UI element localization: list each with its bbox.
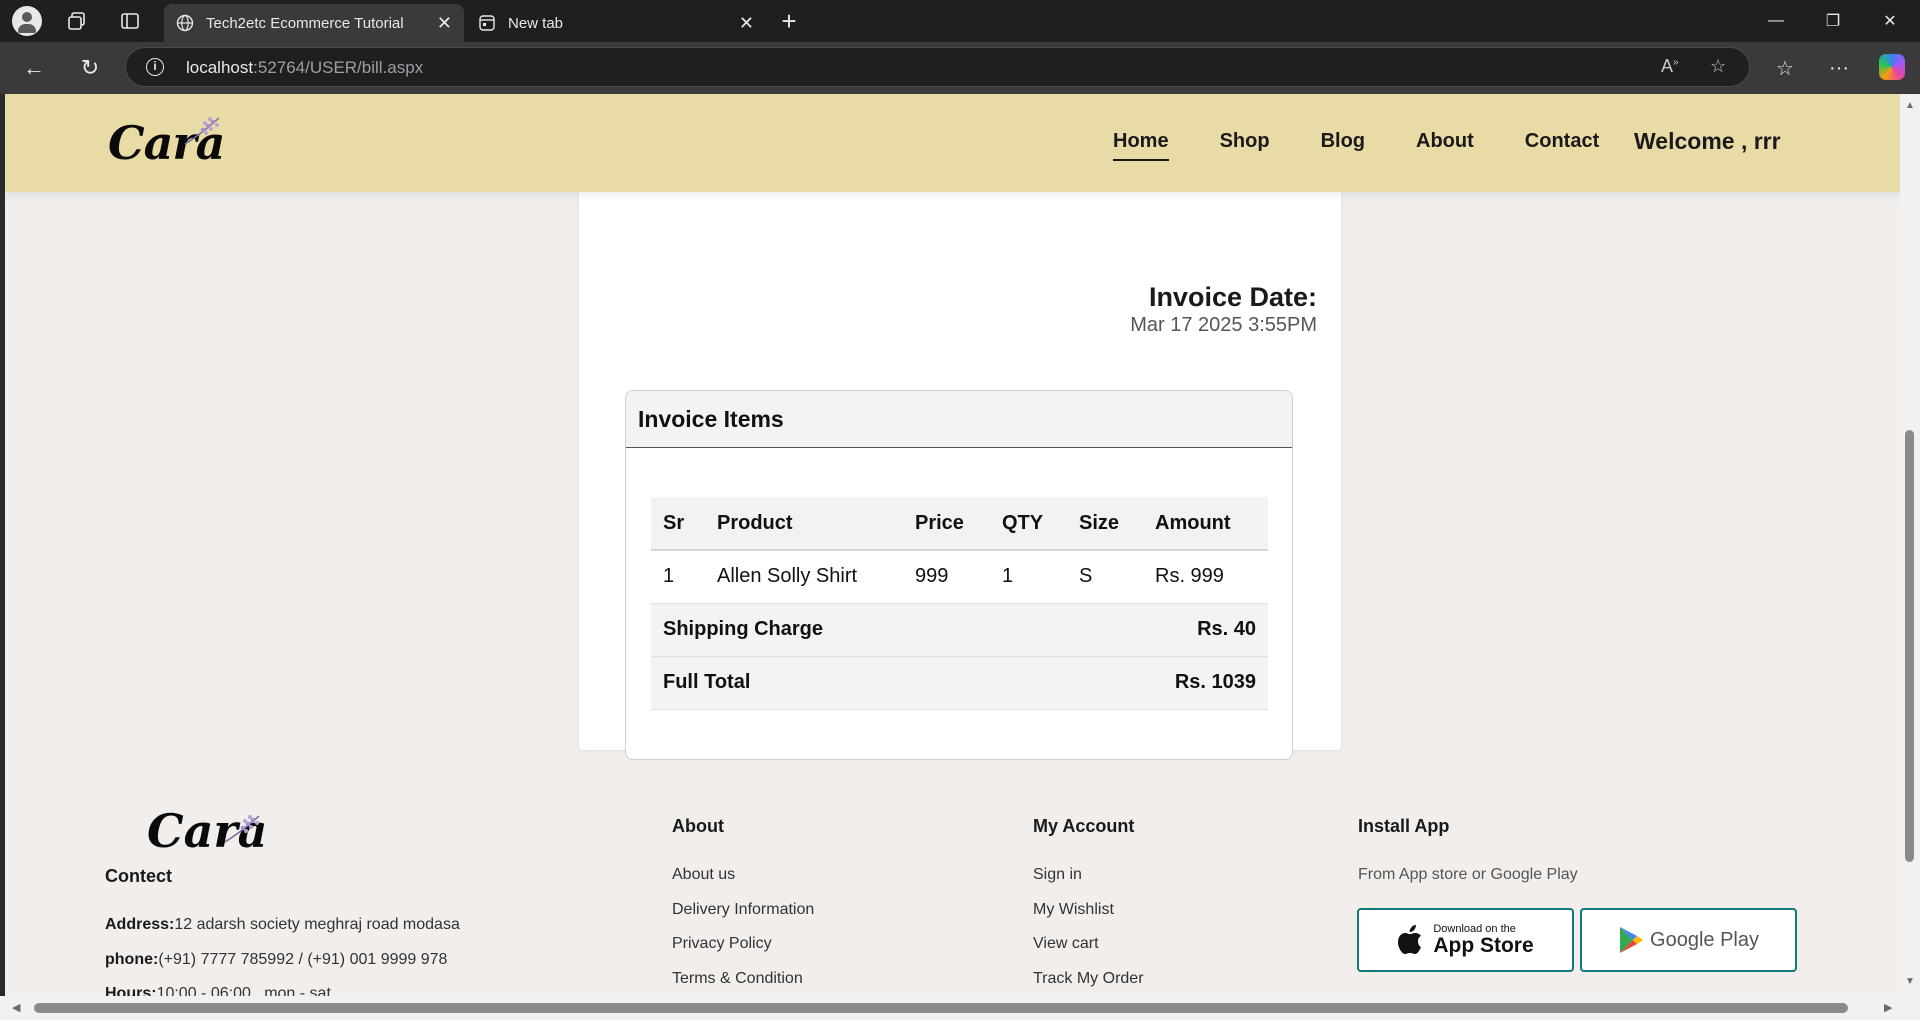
cell-sr: 1 bbox=[651, 550, 705, 604]
copilot-icon[interactable] bbox=[1879, 54, 1905, 80]
scroll-right-arrow-icon[interactable]: ▶ bbox=[1884, 1001, 1892, 1014]
back-arrow-icon[interactable]: ← bbox=[20, 54, 48, 82]
cell-qty: 1 bbox=[990, 550, 1067, 604]
footer-link-view-cart[interactable]: View cart bbox=[1033, 935, 1099, 953]
footer-about-heading: About bbox=[672, 816, 724, 836]
nav-shop[interactable]: Shop bbox=[1220, 130, 1270, 153]
col-header-price: Price bbox=[903, 497, 990, 551]
invoice-items-title: Invoice Items bbox=[626, 391, 1292, 448]
site-header: Cara Home Shop Blog About Contact Welcom… bbox=[5, 94, 1900, 192]
vertical-scroll-thumb[interactable] bbox=[1905, 430, 1914, 862]
browser-tab-bar: Tech2etc Ecommerce Tutorial ✕ New tab ✕ … bbox=[0, 0, 1920, 42]
favorites-list-icon[interactable]: ☆ bbox=[1771, 54, 1799, 82]
new-tab-plus-icon[interactable]: + bbox=[776, 6, 802, 36]
footer-address: Address:12 adarsh society meghraj road m… bbox=[105, 916, 460, 933]
total-label: Full Total bbox=[651, 656, 1143, 710]
globe-icon bbox=[176, 14, 194, 32]
browser-toolbar: ← ↻ i localhost:52764/USER/bill.aspx A» … bbox=[0, 42, 1920, 94]
vertical-tabs-icon[interactable] bbox=[117, 8, 143, 34]
vertical-scrollbar[interactable]: ▲ ▼ bbox=[1900, 94, 1920, 996]
cell-price: 999 bbox=[903, 550, 990, 604]
footer-contact-heading: Contect bbox=[105, 866, 172, 886]
site-info-icon[interactable]: i bbox=[146, 58, 164, 76]
profile-avatar-icon[interactable] bbox=[12, 6, 42, 36]
cell-product: Allen Solly Shirt bbox=[705, 550, 903, 604]
footer-link-about-us[interactable]: About us bbox=[672, 866, 735, 884]
footer-link-delivery[interactable]: Delivery Information bbox=[672, 901, 814, 919]
page-viewport: Cara Home Shop Blog About Contact Welcom… bbox=[0, 94, 1900, 996]
footer-link-sign-in[interactable]: Sign in bbox=[1033, 866, 1082, 884]
lavender-sprig-icon bbox=[184, 117, 220, 145]
close-tab-icon[interactable]: ✕ bbox=[739, 13, 754, 34]
footer-app-subtitle: From App store or Google Play bbox=[1358, 866, 1578, 883]
horizontal-scroll-thumb[interactable] bbox=[34, 1003, 1848, 1013]
lavender-sprig-icon bbox=[224, 815, 260, 843]
more-menu-icon[interactable]: ··· bbox=[1825, 54, 1853, 82]
footer-account-heading: My Account bbox=[1033, 816, 1135, 836]
col-header-qty: QTY bbox=[990, 497, 1067, 551]
footer-link-wishlist[interactable]: My Wishlist bbox=[1033, 901, 1114, 919]
appstore-big-text: App Store bbox=[1433, 934, 1534, 957]
read-aloud-icon[interactable]: A» bbox=[1661, 56, 1679, 77]
restore-icon[interactable]: ❐ bbox=[1805, 0, 1861, 42]
footer-link-terms[interactable]: Terms & Condition bbox=[672, 970, 803, 988]
footer-link-track-order[interactable]: Track My Order bbox=[1033, 970, 1144, 988]
scroll-up-arrow-icon[interactable]: ▲ bbox=[1904, 100, 1916, 112]
col-header-size: Size bbox=[1067, 497, 1143, 551]
welcome-user-text: Welcome , rrr bbox=[1634, 128, 1781, 154]
google-play-icon bbox=[1620, 927, 1643, 953]
google-play-button[interactable]: Google Play bbox=[1580, 908, 1797, 972]
shipping-label: Shipping Charge bbox=[651, 603, 1143, 657]
total-row: Full Total Rs. 1039 bbox=[651, 656, 1268, 710]
invoice-card: Invoice Date: Mar 17 2025 3:55PM Invoice… bbox=[579, 154, 1341, 760]
footer-phone: phone:(+91) 7777 785992 / (+91) 001 9999… bbox=[105, 951, 448, 968]
scroll-down-arrow-icon[interactable]: ▼ bbox=[1904, 976, 1916, 988]
col-header-amount: Amount bbox=[1143, 497, 1268, 551]
invoice-items-panel: Invoice Items Sr Product Price QTY Size … bbox=[625, 390, 1293, 760]
close-tab-icon[interactable]: ✕ bbox=[437, 13, 452, 34]
tab-title: Tech2etc Ecommerce Tutorial bbox=[206, 14, 404, 32]
url-text[interactable]: localhost:52764/USER/bill.aspx bbox=[186, 58, 423, 78]
new-tab-page-icon bbox=[478, 14, 496, 32]
refresh-icon[interactable]: ↻ bbox=[76, 54, 104, 82]
app-store-button[interactable]: Download on the App Store bbox=[1357, 908, 1574, 972]
favorite-star-icon[interactable]: ☆ bbox=[1710, 56, 1726, 77]
invoice-date-value: Mar 17 2025 3:55PM bbox=[1130, 314, 1317, 336]
invoice-date-label: Invoice Date: bbox=[1148, 282, 1317, 312]
minimize-icon[interactable]: — bbox=[1748, 0, 1804, 42]
tab-tech2etc[interactable]: Tech2etc Ecommerce Tutorial ✕ bbox=[164, 4, 464, 42]
total-value: Rs. 1039 bbox=[1143, 656, 1268, 710]
main-nav: Home Shop Blog About Contact bbox=[1113, 130, 1650, 161]
shipping-row: Shipping Charge Rs. 40 bbox=[651, 603, 1268, 657]
workspaces-icon[interactable] bbox=[64, 8, 90, 34]
footer-app-heading: Install App bbox=[1358, 816, 1450, 836]
table-header-row: Sr Product Price QTY Size Amount bbox=[651, 497, 1268, 551]
nav-about[interactable]: About bbox=[1416, 130, 1474, 153]
horizontal-scrollbar[interactable]: ◀ ▶ bbox=[0, 996, 1920, 1020]
table-row: 1 Allen Solly Shirt 999 1 S Rs. 999 bbox=[651, 550, 1268, 604]
nav-contact[interactable]: Contact bbox=[1525, 130, 1599, 153]
scroll-left-arrow-icon[interactable]: ◀ bbox=[12, 1001, 20, 1014]
col-header-product: Product bbox=[705, 497, 903, 551]
apple-icon bbox=[1398, 925, 1422, 954]
footer-link-privacy[interactable]: Privacy Policy bbox=[672, 935, 772, 953]
nav-home[interactable]: Home bbox=[1113, 130, 1169, 161]
tab-new-tab[interactable]: New tab ✕ bbox=[466, 4, 766, 42]
nav-blog[interactable]: Blog bbox=[1321, 130, 1365, 153]
address-bar[interactable]: i localhost:52764/USER/bill.aspx A» ☆ bbox=[125, 47, 1750, 87]
cell-amount: Rs. 999 bbox=[1143, 550, 1268, 604]
col-header-sr: Sr bbox=[651, 497, 705, 551]
close-window-icon[interactable]: ✕ bbox=[1862, 0, 1918, 42]
footer-hours: Hours:10:00 - 06:00 , mon - sat bbox=[105, 985, 331, 996]
shipping-value: Rs. 40 bbox=[1143, 603, 1268, 657]
cell-size: S bbox=[1067, 550, 1143, 604]
tab-title: New tab bbox=[508, 14, 564, 32]
invoice-items-table: Sr Product Price QTY Size Amount 1 Allen… bbox=[651, 497, 1268, 710]
google-play-text: Google Play bbox=[1650, 928, 1759, 951]
